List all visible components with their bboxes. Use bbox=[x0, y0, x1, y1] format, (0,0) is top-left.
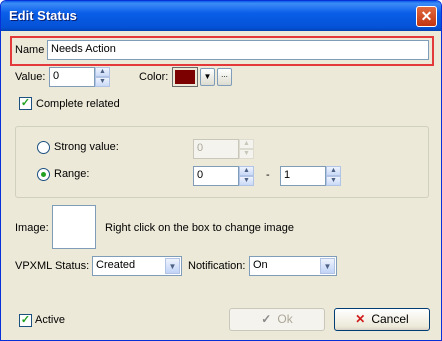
strong-value-spinner[interactable]: ▲ ▼ bbox=[239, 139, 254, 159]
spin-down-icon[interactable]: ▼ bbox=[95, 77, 110, 87]
cancel-label: Cancel bbox=[371, 312, 409, 326]
spin-down-icon[interactable]: ▼ bbox=[326, 176, 341, 186]
edit-status-dialog: Edit Status ✕ Name Needs Action Value: 0… bbox=[0, 0, 442, 341]
range-from-spinner[interactable]: ▲ ▼ bbox=[239, 166, 254, 186]
range-label[interactable]: Range: bbox=[54, 168, 89, 180]
cancel-button[interactable]: ✕ Cancel bbox=[334, 308, 430, 331]
ok-button[interactable]: ✓ Ok bbox=[229, 308, 325, 331]
radio-selected-dot bbox=[41, 172, 46, 177]
range-to-value: 1 bbox=[284, 169, 291, 181]
close-button[interactable]: ✕ bbox=[416, 6, 437, 27]
chevron-down-icon: ▼ bbox=[203, 72, 212, 81]
color-swatch-fill bbox=[175, 70, 195, 84]
strong-value-value: 0 bbox=[197, 142, 204, 154]
image-hint: Right click on the box to change image bbox=[105, 222, 294, 234]
name-field[interactable]: Needs Action bbox=[47, 40, 429, 60]
vpxml-status-select[interactable]: Created ▼ bbox=[92, 256, 182, 276]
range-to-spinner[interactable]: ▲ ▼ bbox=[326, 166, 341, 186]
chevron-down-icon[interactable]: ▼ bbox=[320, 258, 335, 274]
spin-up-icon[interactable]: ▲ bbox=[95, 67, 110, 77]
active-checkbox[interactable]: ✓ bbox=[19, 314, 32, 327]
complete-related-checkbox[interactable]: ✓ bbox=[19, 97, 32, 110]
range-from-value: 0 bbox=[197, 169, 204, 181]
color-swatch[interactable] bbox=[172, 67, 198, 87]
cancel-x-icon: ✕ bbox=[355, 312, 366, 326]
color-picker-button[interactable]: ... bbox=[217, 68, 232, 86]
spin-up-icon[interactable]: ▲ bbox=[239, 139, 254, 149]
chevron-down-icon[interactable]: ▼ bbox=[165, 258, 180, 274]
strong-value-field[interactable]: 0 bbox=[193, 139, 239, 159]
value-field[interactable]: 0 bbox=[49, 67, 95, 87]
image-box[interactable] bbox=[52, 205, 96, 249]
ellipsis-icon: ... bbox=[221, 70, 228, 79]
close-icon: ✕ bbox=[420, 8, 433, 24]
image-label: Image: bbox=[15, 222, 49, 234]
spin-up-icon[interactable]: ▲ bbox=[326, 166, 341, 176]
spin-down-icon[interactable]: ▼ bbox=[239, 149, 254, 159]
checkmark-icon: ✓ bbox=[261, 312, 272, 326]
value-range-group bbox=[15, 126, 429, 198]
spin-down-icon[interactable]: ▼ bbox=[239, 176, 254, 186]
checkmark-icon: ✓ bbox=[20, 314, 31, 326]
notification-select[interactable]: On ▼ bbox=[249, 256, 337, 276]
value-label: Value: bbox=[15, 71, 46, 83]
vpxml-status-label: VPXML Status: bbox=[15, 260, 90, 272]
checkmark-icon: ✓ bbox=[20, 97, 31, 109]
value-spinner[interactable]: ▲ ▼ bbox=[95, 67, 110, 87]
name-label: Name bbox=[15, 44, 45, 56]
window-title: Edit Status bbox=[9, 8, 77, 23]
spin-up-icon[interactable]: ▲ bbox=[239, 166, 254, 176]
vpxml-status-value: Created bbox=[96, 259, 136, 271]
name-value: Needs Action bbox=[51, 43, 116, 55]
notification-label: Notification: bbox=[188, 260, 246, 272]
color-dropdown-button[interactable]: ▼ bbox=[200, 68, 215, 86]
range-to-field[interactable]: 1 bbox=[280, 166, 326, 186]
value-value: 0 bbox=[53, 70, 60, 82]
range-separator: - bbox=[266, 169, 270, 181]
complete-related-label[interactable]: Complete related bbox=[36, 98, 120, 110]
strong-value-radio[interactable] bbox=[37, 141, 50, 154]
notification-value: On bbox=[253, 259, 268, 271]
range-radio[interactable] bbox=[37, 168, 50, 181]
color-label: Color: bbox=[139, 71, 169, 83]
title-bar[interactable]: Edit Status ✕ bbox=[1, 1, 441, 31]
range-from-field[interactable]: 0 bbox=[193, 166, 239, 186]
active-label[interactable]: Active bbox=[35, 314, 65, 326]
strong-value-label[interactable]: Strong value: bbox=[54, 141, 119, 153]
ok-label: Ok bbox=[277, 312, 293, 326]
